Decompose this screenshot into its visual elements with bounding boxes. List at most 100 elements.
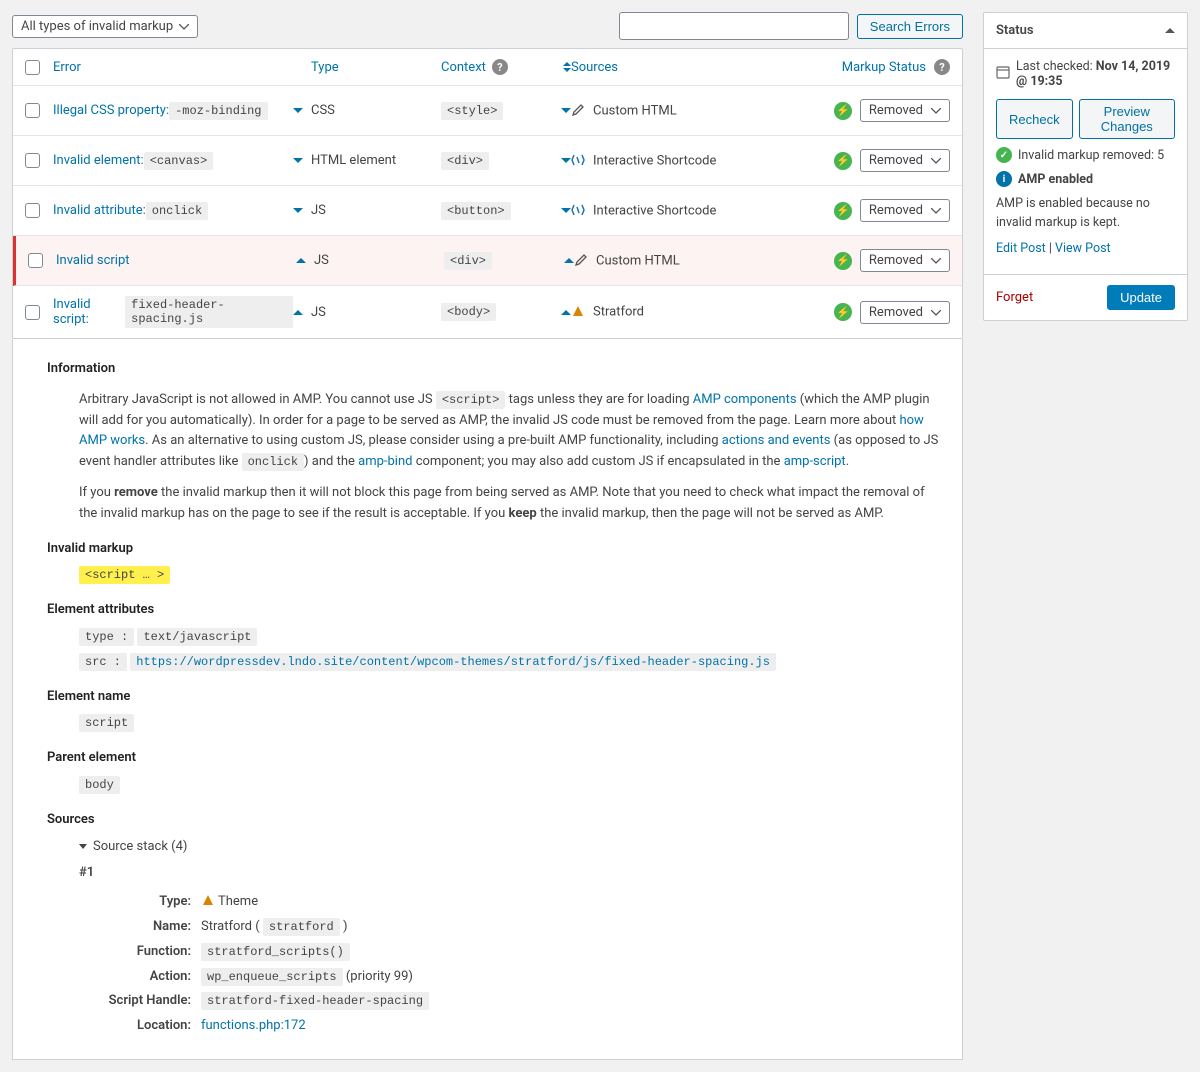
status-select[interactable]: Removed	[860, 149, 950, 172]
expand-toggle[interactable]	[293, 108, 303, 113]
context-toggle[interactable]	[561, 208, 571, 213]
context-toggle[interactable]	[564, 258, 574, 263]
attr-src: src : https://wordpressdev.lndo.site/con…	[47, 652, 942, 673]
status-select[interactable]: Removed	[860, 199, 950, 222]
col-status: Markup Status	[842, 60, 926, 75]
search-input[interactable]	[619, 12, 849, 40]
type-cell: JS	[311, 203, 441, 218]
code-script-tag: <script>	[436, 391, 506, 409]
source-cell: Interactive Shortcode	[571, 153, 820, 169]
source-icon	[571, 153, 587, 169]
error-link[interactable]: Invalid script	[56, 253, 130, 268]
context-toggle[interactable]	[561, 158, 571, 163]
error-code: -moz-binding	[169, 102, 267, 120]
error-link[interactable]: Illegal CSS property:	[53, 103, 169, 118]
context-code: <body>	[441, 303, 496, 321]
update-button[interactable]: Update	[1107, 285, 1175, 310]
expand-toggle[interactable]	[293, 158, 303, 163]
source-icon	[571, 304, 587, 320]
source-icon	[571, 103, 587, 119]
bolt-icon: ⚡	[834, 202, 852, 220]
detail-panel: Information Arbitrary JavaScript is not …	[12, 339, 963, 1060]
sources-heading: Sources	[47, 810, 942, 831]
bolt-icon: ⚡	[834, 252, 852, 270]
status-select[interactable]: Removed	[860, 249, 950, 272]
invalid-markup-code: <script … >	[79, 566, 170, 584]
forget-link[interactable]: Forget	[996, 290, 1033, 305]
help-icon[interactable]: ?	[934, 59, 950, 75]
source-stack-toggle[interactable]: Source stack (4)	[79, 837, 942, 858]
link-actions-events[interactable]: actions and events	[722, 433, 831, 448]
col-sources: Sources	[571, 60, 618, 75]
parent-element-value: body	[79, 776, 120, 794]
status-select[interactable]: Removed	[860, 301, 950, 324]
information-heading: Information	[47, 359, 942, 380]
table-row: Invalid element: <canvas>HTML element<di…	[13, 136, 962, 186]
element-name-heading: Element name	[47, 687, 942, 708]
element-name-value: script	[79, 714, 134, 732]
chevron-down-icon	[179, 19, 189, 34]
col-type[interactable]: Type	[311, 60, 339, 75]
view-post-link[interactable]: View Post	[1055, 241, 1111, 256]
filter-label: All types of invalid markup	[21, 19, 173, 34]
select-all-checkbox[interactable]	[25, 60, 40, 75]
invalid-removed-text: Invalid markup removed: 5	[1018, 148, 1164, 163]
preview-changes-button[interactable]: Preview Changes	[1079, 99, 1175, 139]
context-code: <style>	[441, 102, 503, 120]
type-cell: JS	[311, 305, 441, 320]
information-text-2: If you remove the invalid markup then it…	[79, 483, 942, 525]
link-src[interactable]: https://wordpressdev.lndo.site/content/w…	[136, 655, 770, 669]
row-checkbox[interactable]	[25, 153, 40, 168]
sort-icon[interactable]	[563, 62, 571, 72]
help-icon[interactable]: ?	[492, 59, 508, 75]
parent-element-heading: Parent element	[47, 748, 942, 769]
expand-toggle[interactable]	[296, 258, 306, 263]
expand-toggle[interactable]	[293, 208, 303, 213]
invalid-markup-heading: Invalid markup	[47, 539, 942, 560]
col-error[interactable]: Error	[53, 60, 81, 75]
context-code: <button>	[441, 202, 511, 220]
link-amp-components[interactable]: AMP components	[693, 392, 797, 407]
filter-select[interactable]: All types of invalid markup	[12, 15, 198, 38]
table-row: Illegal CSS property: -moz-binding CSS<st…	[13, 86, 962, 136]
error-link[interactable]: Invalid attribute:	[53, 203, 146, 218]
status-select[interactable]: Removed	[860, 99, 950, 122]
source-cell: Interactive Shortcode	[571, 203, 820, 219]
toggle-icon[interactable]	[1165, 28, 1175, 33]
link-amp-script[interactable]: amp-script	[784, 454, 846, 469]
row-checkbox[interactable]	[28, 253, 43, 268]
source-icon	[574, 253, 590, 269]
context-code: <div>	[441, 152, 489, 170]
context-toggle[interactable]	[561, 310, 571, 315]
row-checkbox[interactable]	[25, 203, 40, 218]
errors-table: Error Type Context ? Sources Markup Stat…	[12, 48, 963, 339]
triangle-down-icon	[79, 844, 87, 849]
error-link[interactable]: Invalid script:	[53, 297, 125, 327]
check-icon: ✓	[996, 147, 1012, 163]
row-checkbox[interactable]	[25, 103, 40, 118]
link-amp-bind[interactable]: amp-bind	[358, 454, 412, 469]
link-location[interactable]: functions.php:172	[201, 1018, 306, 1033]
edit-post-link[interactable]: Edit Post	[996, 241, 1046, 256]
context-toggle[interactable]	[561, 108, 571, 113]
calendar-icon	[996, 65, 1010, 83]
source-icon	[571, 203, 587, 219]
table-row: Invalid attribute: onclickJS<button>Inte…	[13, 186, 962, 236]
col-context: Context	[441, 60, 486, 75]
type-cell: CSS	[311, 103, 441, 118]
error-code: <canvas>	[144, 152, 214, 170]
row-checkbox[interactable]	[25, 305, 40, 320]
amp-enabled-desc: AMP is enabled because no invalid markup…	[996, 195, 1175, 233]
source-cell: Custom HTML	[574, 253, 820, 269]
source-cell: Custom HTML	[571, 103, 820, 119]
status-title: Status	[996, 23, 1034, 38]
search-button[interactable]: Search Errors	[857, 14, 963, 39]
status-box: Status Last checked: Nov 14, 2019 @ 19:3…	[983, 12, 1188, 321]
error-link[interactable]: Invalid element:	[53, 153, 144, 168]
bolt-icon: ⚡	[834, 303, 852, 321]
expand-toggle[interactable]	[293, 310, 303, 315]
recheck-button[interactable]: Recheck	[996, 99, 1073, 139]
attr-type: type : text/javascript	[47, 627, 942, 648]
element-attributes-heading: Element attributes	[47, 600, 942, 621]
information-text: Arbitrary JavaScript is not allowed in A…	[79, 390, 942, 473]
